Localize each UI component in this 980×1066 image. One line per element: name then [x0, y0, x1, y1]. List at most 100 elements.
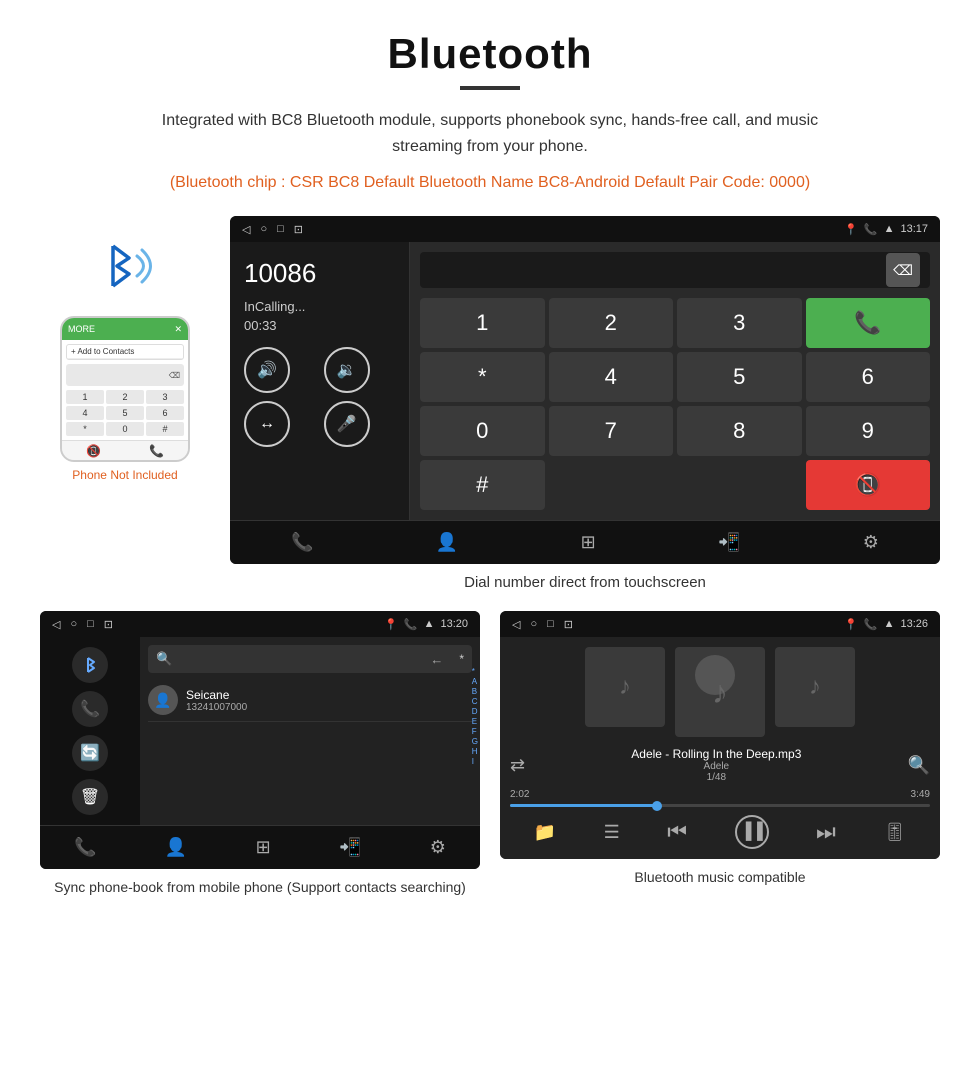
- mic-icon: 🎤: [337, 414, 357, 434]
- phone-bottom-bar: 📵 📞: [62, 440, 188, 460]
- vol-down-button[interactable]: 🔉: [324, 347, 370, 393]
- dial-left-panel: 10086 InCalling... 00:33 🔊 🔉 ↔: [230, 242, 410, 520]
- key-7: *: [66, 422, 104, 436]
- nav-dialpad-icon[interactable]: ⊞: [581, 532, 596, 553]
- phonebook-content: 📞 🔄 🗑 🔍 ←: [40, 637, 480, 825]
- phone-dialpad: 1 2 3 4 5 6 * 0 #: [66, 390, 184, 436]
- pb-back-arrow: ←: [430, 652, 443, 667]
- music-note-right: ♪: [809, 673, 821, 701]
- next-track-button[interactable]: ⏭: [816, 819, 836, 845]
- call-status: InCalling...: [244, 299, 395, 314]
- location-icon: 📍: [844, 223, 858, 236]
- music-time-row: 2:02 3:49: [510, 789, 930, 800]
- music-progress-bar[interactable]: [510, 804, 930, 807]
- play-pause-button[interactable]: ▐▐: [735, 815, 769, 849]
- dial-bottom-nav: 📞 👤 ⊞ 📲 ⚙: [230, 520, 940, 564]
- dial-statusbar: ◁ ○ □ ⊡ 📍 📞 ▲ 13:17: [230, 216, 940, 242]
- pb-nav-dialpad[interactable]: ⊞: [256, 837, 271, 858]
- music-content: ♪ ♪ ♪ ⇄: [500, 637, 940, 859]
- pb-delete-nav[interactable]: 🗑: [48, 779, 132, 815]
- phone-bar-label: MORE: [68, 324, 95, 334]
- pb-alpha-list: * A B C D E F G H I: [472, 667, 478, 766]
- pb-search-icon: 🔍: [156, 651, 172, 667]
- pb-statusbar: ◁ ○ □ ⊡ 📍 📞 ▲ 13:20: [40, 611, 480, 637]
- key-hash[interactable]: #: [420, 460, 545, 510]
- phone-top-bar: MORE ✕: [62, 318, 188, 340]
- call-end-button[interactable]: 📵: [806, 460, 931, 510]
- call-answer-button[interactable]: 📞: [806, 298, 931, 348]
- music-location-icon: 📍: [844, 618, 858, 631]
- dial-screen: ◁ ○ □ ⊡ 📍 📞 ▲ 13:17: [230, 216, 940, 564]
- music-screen-card: ◁ ○ □ ⊡ 📍 📞 ▲ 13:26: [500, 611, 940, 898]
- pb-call-nav[interactable]: 📞: [48, 691, 132, 727]
- key-1[interactable]: 1: [420, 298, 545, 348]
- shuffle-icon[interactable]: ⇄: [510, 755, 525, 776]
- key-0[interactable]: 0: [420, 406, 545, 456]
- phone-mockup: MORE ✕ + Add to Contacts ⌫ 1 2 3: [60, 316, 190, 462]
- key-6[interactable]: 6: [806, 352, 931, 402]
- key-9: #: [146, 422, 184, 436]
- progress-dot: [652, 801, 662, 811]
- key-9[interactable]: 9: [806, 406, 931, 456]
- key-2[interactable]: 2: [549, 298, 674, 348]
- key-8[interactable]: 8: [677, 406, 802, 456]
- prev-track-button[interactable]: ⏮: [667, 819, 687, 845]
- pb-nav-transfer[interactable]: 📲: [339, 837, 361, 858]
- pb-nav-calls[interactable]: 📞: [74, 837, 96, 858]
- pb-contact-avatar: 👤: [148, 685, 178, 715]
- key-4[interactable]: 4: [549, 352, 674, 402]
- track-artist: Adele: [631, 761, 801, 772]
- music-progress-area: 2:02 3:49: [510, 789, 930, 807]
- call-controls: 🔊 🔉 ↔ 🎤: [244, 347, 395, 447]
- mute-button[interactable]: 🎤: [324, 401, 370, 447]
- bluetooth-icon: [85, 226, 165, 306]
- pb-contact-row[interactable]: 👤 Seicane 13241007000: [148, 679, 472, 722]
- equalizer-icon[interactable]: 🎚: [883, 822, 906, 843]
- music-call-icon: 📞: [864, 618, 878, 631]
- key-star[interactable]: *: [420, 352, 545, 402]
- screenshot-icon: ⊡: [294, 223, 303, 236]
- key-5[interactable]: 5: [677, 352, 802, 402]
- page-title: Bluetooth: [40, 30, 940, 78]
- phone-not-included-label: Phone Not Included: [72, 468, 177, 482]
- key-3[interactable]: 3: [677, 298, 802, 348]
- transfer-button[interactable]: ↔: [244, 401, 290, 447]
- pb-nav-contacts[interactable]: 👤: [165, 837, 187, 858]
- pb-search-bar[interactable]: 🔍 ← *: [148, 645, 472, 673]
- music-wifi-icon: ▲: [884, 618, 895, 630]
- music-statusbar-left: ◁ ○ □ ⊡: [512, 618, 573, 631]
- pb-location-icon: 📍: [384, 618, 398, 631]
- music-statusbar-right: 📍 📞 ▲ 13:26: [844, 618, 928, 631]
- folder-icon[interactable]: 📁: [534, 822, 556, 843]
- home-icon: ○: [260, 223, 267, 236]
- delete-button[interactable]: ⌫: [886, 253, 920, 287]
- bottom-screens: ◁ ○ □ ⊡ 📍 📞 ▲ 13:20: [40, 611, 940, 898]
- back-icon: ◁: [242, 223, 250, 236]
- phone-add-contact: + Add to Contacts: [67, 345, 183, 359]
- nav-contacts-icon[interactable]: 👤: [436, 532, 458, 553]
- key-8: 0: [106, 422, 144, 436]
- pb-bluetooth-icon: [72, 647, 108, 683]
- number-input-bar: ⌫: [420, 252, 930, 288]
- vol-up-icon: 🔊: [257, 360, 277, 380]
- pb-back-icon: ◁: [52, 618, 60, 631]
- phone-image-area: MORE ✕ + Add to Contacts ⌫ 1 2 3: [40, 216, 210, 482]
- time-total: 3:49: [911, 789, 930, 800]
- dial-content: 10086 InCalling... 00:33 🔊 🔉 ↔: [230, 242, 940, 520]
- vol-up-button[interactable]: 🔊: [244, 347, 290, 393]
- nav-transfer-icon[interactable]: 📲: [718, 532, 740, 553]
- nav-settings-icon[interactable]: ⚙: [863, 532, 879, 553]
- pb-wifi-icon: ▲: [424, 618, 435, 630]
- nav-calls-icon[interactable]: 📞: [291, 532, 313, 553]
- playlist-icon[interactable]: ☰: [604, 822, 620, 843]
- pb-bluetooth-nav[interactable]: [48, 647, 132, 683]
- key-7[interactable]: 7: [549, 406, 674, 456]
- pb-statusbar-right: 📍 📞 ▲ 13:20: [384, 618, 468, 631]
- pb-nav-settings[interactable]: ⚙: [430, 837, 446, 858]
- pb-delete-icon: 🗑: [72, 779, 108, 815]
- pb-sync-nav[interactable]: 🔄: [48, 735, 132, 771]
- phonebook-main: 🔍 ← * 👤 Seicane 13241007000: [140, 637, 480, 825]
- pb-home-icon: ○: [70, 618, 77, 631]
- music-progress-fill: [510, 804, 657, 807]
- search-music-icon[interactable]: 🔍: [908, 755, 930, 776]
